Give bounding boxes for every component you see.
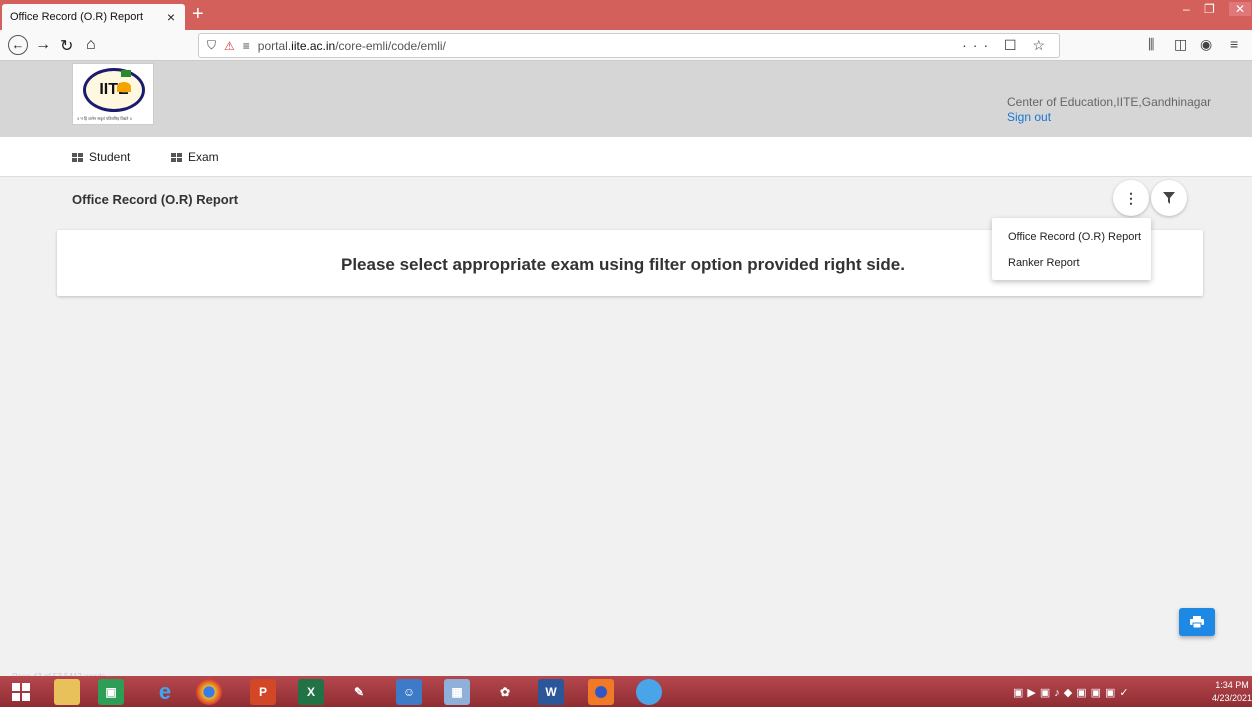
- close-window-icon[interactable]: ✕: [1229, 2, 1252, 16]
- library-icon[interactable]: ⫼: [1148, 36, 1154, 53]
- minimize-icon[interactable]: –: [1183, 2, 1190, 16]
- menu-item-label: Exam: [188, 150, 219, 164]
- firefox-icon[interactable]: [588, 679, 614, 705]
- grid-icon: [72, 152, 83, 162]
- taskbar-clock[interactable]: 1:34 PM 4/23/2021: [1212, 679, 1252, 705]
- clock-date: 4/23/2021: [1212, 693, 1252, 703]
- account-icon[interactable]: ◉: [1200, 36, 1212, 53]
- main-menu: Student Exam: [0, 137, 1252, 177]
- file-explorer-icon[interactable]: [54, 679, 80, 705]
- page-title: Office Record (O.R) Report: [72, 192, 239, 207]
- logo-flag-icon: [121, 70, 131, 77]
- grid-icon: [171, 152, 182, 162]
- iite-logo[interactable]: IITE ॥ न हि ज्ञानेन सदृशं पवित्रमिह विद्…: [72, 63, 154, 125]
- sidebar-icon[interactable]: ◫: [1174, 36, 1187, 53]
- permissions-icon[interactable]: ≡: [243, 39, 250, 53]
- url-domain: iite.ac.in: [291, 38, 336, 53]
- word-icon[interactable]: W: [538, 679, 564, 705]
- browser-tab-bar: Office Record (O.R) Report × + – ❐ ✕: [0, 0, 1252, 30]
- excel-icon[interactable]: X: [298, 679, 324, 705]
- people-icon[interactable]: ☺: [396, 679, 422, 705]
- forward-icon[interactable]: →: [35, 36, 51, 54]
- back-icon[interactable]: ←: [8, 35, 28, 55]
- insecure-lock-icon[interactable]: ⚠: [224, 39, 235, 53]
- dropdown-item-ranker-report[interactable]: Ranker Report: [1008, 257, 1080, 269]
- org-name: Center of Education,IITE,Gandhinagar: [1007, 95, 1212, 109]
- menu-item-label: Student: [89, 150, 131, 164]
- system-tray[interactable]: ▣▶▣♪◆▣▣▣✓: [1013, 686, 1133, 699]
- calculator-icon[interactable]: ▦: [444, 679, 470, 705]
- browser-toolbar: ← → ↻ ⌂ ⛉ ⚠ ≡ portal. iite.ac.in/core-eml…: [0, 30, 1252, 61]
- signout-link[interactable]: Sign out: [1007, 110, 1051, 124]
- logo-sun-icon: [117, 82, 131, 92]
- kebab-icon: ⋮: [1124, 189, 1138, 206]
- logo-emblem: IITE: [83, 68, 145, 112]
- shield-icon: ⛉: [207, 38, 217, 52]
- maximize-icon[interactable]: ❐: [1204, 2, 1215, 16]
- filter-icon: [1163, 192, 1175, 204]
- powerpoint-icon[interactable]: P: [250, 679, 276, 705]
- internet-explorer-icon[interactable]: e: [152, 679, 178, 705]
- chrome-profile-icon[interactable]: [636, 679, 662, 705]
- home-icon[interactable]: ⌂: [86, 36, 96, 54]
- browser-tab[interactable]: Office Record (O.R) Report ×: [2, 4, 185, 30]
- print-icon: [1190, 616, 1204, 628]
- dropdown-item-or-report[interactable]: Office Record (O.R) Report: [1008, 231, 1141, 243]
- tab-title: Office Record (O.R) Report: [10, 11, 144, 23]
- print-button[interactable]: [1179, 608, 1215, 636]
- url-bar[interactable]: ⛉ ⚠ ≡ portal. iite.ac.in/core-emli/code/e…: [198, 33, 1060, 58]
- report-dropdown-menu: Office Record (O.R) Report Ranker Report: [992, 218, 1151, 280]
- new-tab-button[interactable]: +: [192, 4, 204, 24]
- tab-close-icon[interactable]: ×: [167, 9, 175, 25]
- chrome-icon[interactable]: [196, 679, 222, 705]
- filter-button[interactable]: [1151, 180, 1187, 216]
- logo-caption: ॥ न हि ज्ञानेन सदृशं पवित्रमिह विद्यते ॥: [77, 116, 132, 121]
- reload-icon[interactable]: ↻: [60, 36, 73, 56]
- paint-icon[interactable]: ✿: [492, 679, 518, 705]
- menu-item-exam[interactable]: Exam: [171, 150, 219, 164]
- snipping-tool-icon[interactable]: ✎: [346, 679, 372, 705]
- url-path: /core-emli/code/emli/: [335, 38, 446, 53]
- hamburger-menu-icon[interactable]: ≡: [1230, 36, 1238, 52]
- select-exam-message: Please select appropriate exam using fil…: [341, 255, 905, 274]
- menu-item-student[interactable]: Student: [72, 150, 130, 164]
- clock-time: 1:34 PM: [1215, 680, 1249, 690]
- more-options-button[interactable]: ⋮: [1113, 180, 1149, 216]
- store-icon[interactable]: ▣: [98, 679, 124, 705]
- url-actions[interactable]: ··· ☐ ☆: [962, 37, 1051, 54]
- windows-start-icon[interactable]: [8, 679, 34, 705]
- url-prefix: portal.: [257, 38, 292, 53]
